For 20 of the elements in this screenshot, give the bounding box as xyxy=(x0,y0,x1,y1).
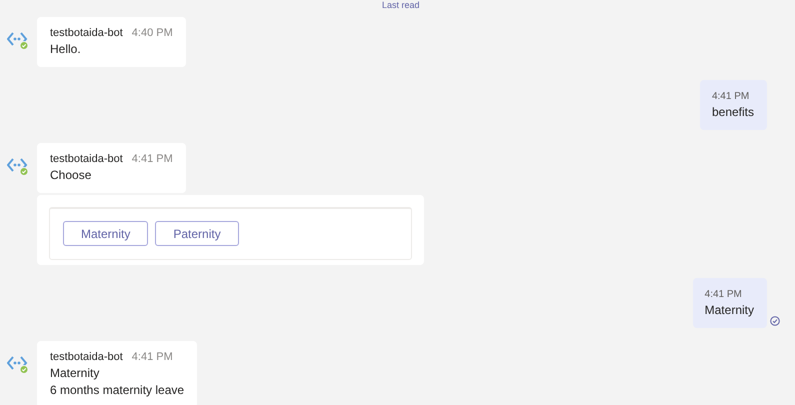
sender-name: testbotaida-bot xyxy=(50,350,123,364)
message-text: Choose xyxy=(50,167,92,183)
message-text: Maternity xyxy=(704,302,754,319)
last-read-label: Last read xyxy=(382,0,420,10)
message-text: benefits xyxy=(712,104,754,121)
message-text: 6 months maternity leave xyxy=(50,382,184,398)
message-text: Hello. xyxy=(50,41,82,57)
sender-name: testbotaida-bot xyxy=(50,26,123,40)
bot-avatar-icon xyxy=(7,30,29,50)
timestamp: 4:41 PM xyxy=(132,350,173,364)
sender-name: testbotaida-bot xyxy=(50,152,123,166)
timestamp: 4:41 PM xyxy=(712,90,750,103)
timestamp: 4:41 PM xyxy=(704,288,743,301)
bot-avatar-icon xyxy=(7,354,29,374)
message-text: Maternity xyxy=(50,365,100,381)
timestamp: 4:41 PM xyxy=(132,152,173,166)
timestamp: 4:40 PM xyxy=(132,26,173,40)
bot-avatar-icon xyxy=(7,156,29,176)
choice-button[interactable]: Maternity xyxy=(63,221,148,246)
choice-button[interactable]: Paternity xyxy=(155,221,239,246)
